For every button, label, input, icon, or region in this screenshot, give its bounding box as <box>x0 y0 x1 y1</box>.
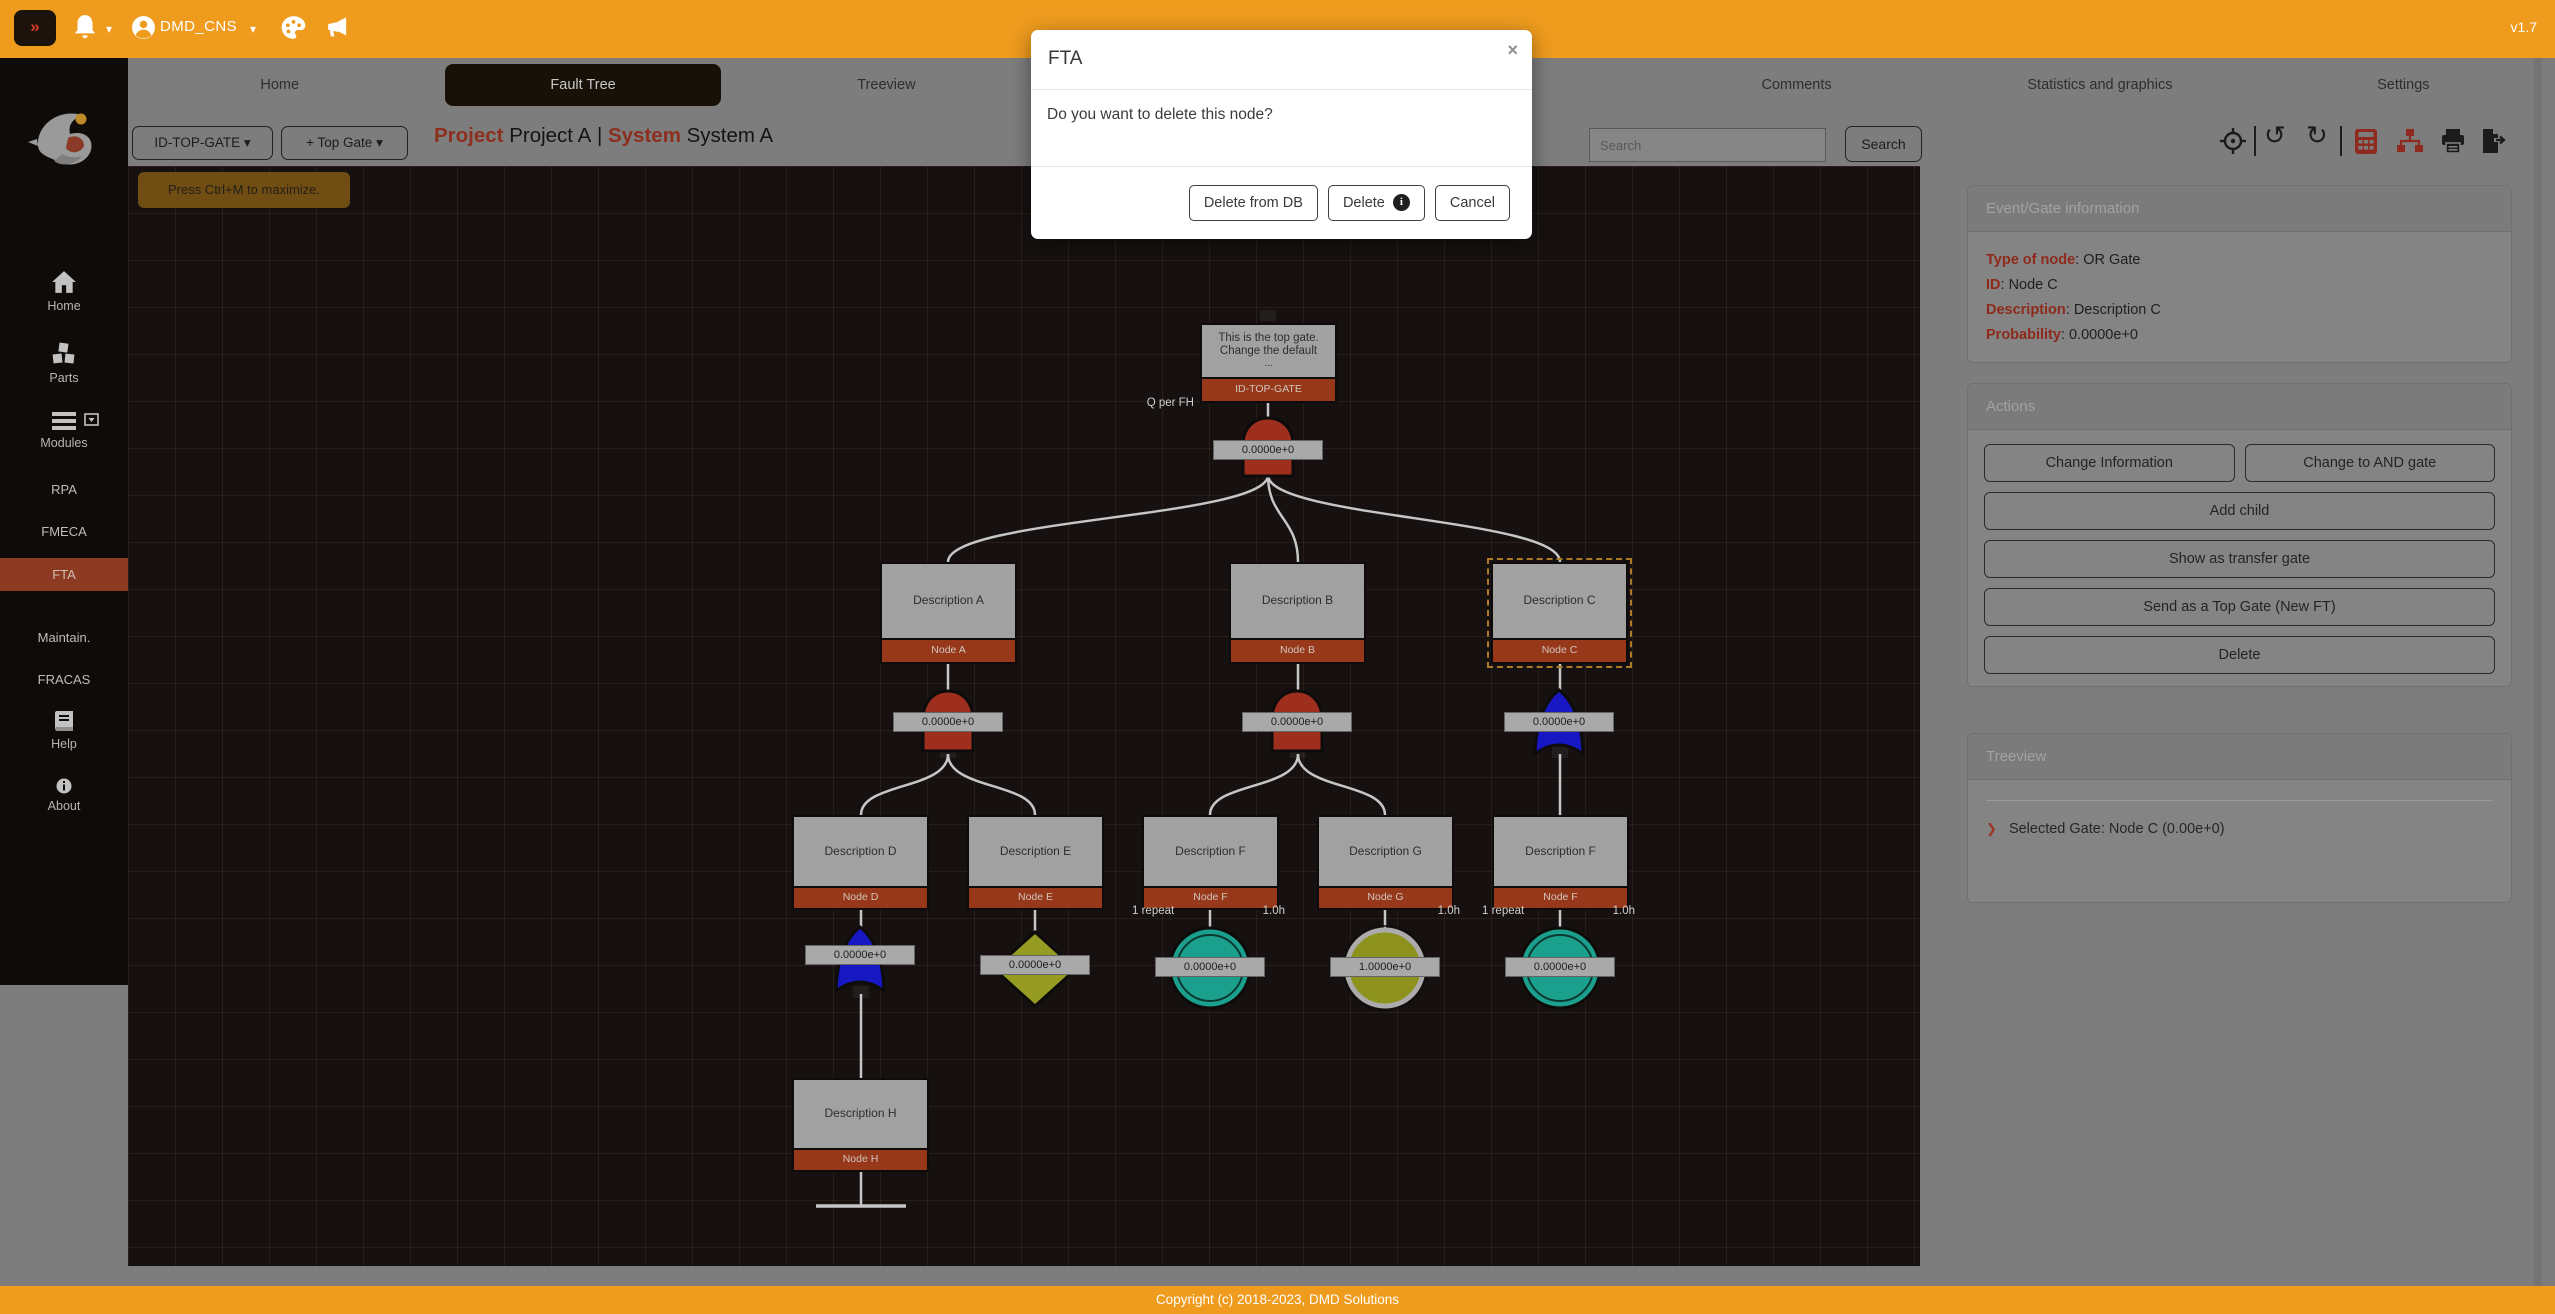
delete-from-db-button[interactable]: Delete from DB <box>1189 185 1318 221</box>
cancel-button[interactable]: Cancel <box>1435 185 1510 221</box>
copyright-text: Copyright (c) 2018-2023, DMD Solutions <box>1156 1292 1399 1307</box>
modal-footer: Delete from DB Deletei Cancel <box>1031 166 1532 238</box>
bell-icon[interactable] <box>72 14 98 47</box>
delete-button[interactable]: Deletei <box>1328 185 1425 221</box>
sidebar-expand-button[interactable]: » <box>14 10 56 46</box>
modal-body-text: Do you want to delete this node? <box>1031 90 1532 166</box>
close-icon[interactable]: × <box>1507 40 1518 61</box>
modal-title: FTA <box>1048 48 1082 70</box>
delete-confirmation-dialog: FTA × Do you want to delete this node? D… <box>1031 30 1532 239</box>
app-version: v1.7 <box>2511 19 2537 35</box>
user-menu[interactable]: DMD_CNS <box>160 18 237 35</box>
bell-caret-icon[interactable]: ▾ <box>106 22 112 36</box>
theme-palette-icon[interactable] <box>280 14 307 46</box>
info-icon: i <box>1393 194 1410 211</box>
app: » ▾ DMD_CNS ▾ v1.7 <box>0 0 2555 1314</box>
user-caret-icon[interactable]: ▾ <box>250 22 256 36</box>
modal-header: FTA × <box>1031 30 1532 90</box>
announcements-icon[interactable] <box>322 14 350 46</box>
modal-backdrop[interactable] <box>0 58 2555 1286</box>
footer: Copyright (c) 2018-2023, DMD Solutions <box>0 1286 2555 1314</box>
user-avatar-icon[interactable] <box>131 15 156 45</box>
